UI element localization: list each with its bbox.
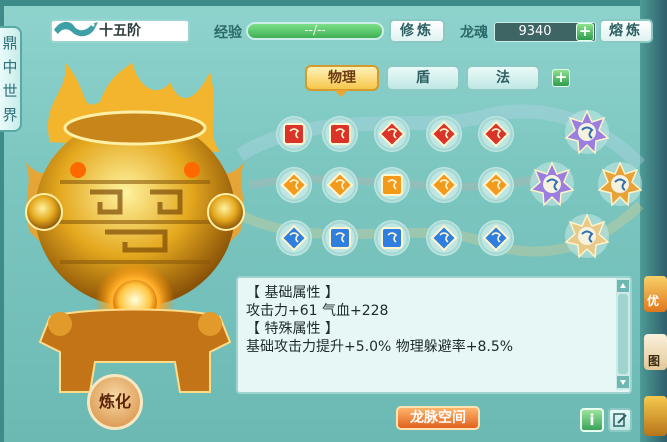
gem-slot[interactable] xyxy=(478,167,514,203)
exp-label: 经验 xyxy=(214,25,242,41)
active-tab-pointer xyxy=(334,90,348,97)
gem-slot[interactable] xyxy=(322,116,358,152)
star-gem-icon xyxy=(529,161,575,207)
cauldron-illustration[interactable] xyxy=(20,62,250,402)
edit-icon xyxy=(613,413,627,427)
info-special-stats: 基础攻击力提升+5.0% 物理躲避率+8.5% xyxy=(246,339,514,355)
gem-icon xyxy=(280,171,308,199)
gem-icon xyxy=(430,224,458,252)
star-gem-slot[interactable] xyxy=(563,212,611,260)
side-tab-char: 中 xyxy=(2,58,18,76)
tab-magic[interactable]: 法 xyxy=(466,65,540,91)
info-heading-base: 【 基础属性 】 xyxy=(246,285,339,301)
star-gem-slot[interactable] xyxy=(563,108,611,156)
info-icon: i xyxy=(589,411,595,429)
attribute-info-panel: 【 基础属性 】 攻击力+61 气血+228 【 特殊属性 】 基础攻击力提升+… xyxy=(236,276,632,394)
tab-physical[interactable]: 物理 xyxy=(305,65,379,91)
gem-icon xyxy=(482,224,510,252)
soul-label: 龙魂 xyxy=(460,25,488,41)
cultivate-button[interactable]: 修炼 xyxy=(389,19,445,43)
gem-icon xyxy=(430,120,458,148)
scroll-up-arrow-icon xyxy=(620,283,626,288)
side-tab-dingzhongshijie[interactable]: 鼎 中 世 界 xyxy=(0,26,22,132)
gem-slot[interactable] xyxy=(478,220,514,256)
edit-button[interactable] xyxy=(608,408,632,432)
dragon-space-button[interactable]: 龙脉空间 xyxy=(396,406,480,430)
add-soul-button[interactable]: + xyxy=(576,23,594,41)
gem-icon xyxy=(430,171,458,199)
gem-icon xyxy=(326,171,354,199)
star-gem-icon xyxy=(564,109,610,155)
exp-bar: --/-- xyxy=(246,22,384,40)
scroll-up-button[interactable] xyxy=(617,280,629,292)
gem-slot[interactable] xyxy=(374,220,410,256)
info-button[interactable]: i xyxy=(580,408,604,432)
gem-slot[interactable] xyxy=(426,116,462,152)
gem-icon xyxy=(329,227,351,249)
scroll-thumb[interactable] xyxy=(618,294,628,374)
gem-slot[interactable] xyxy=(276,116,312,152)
gem-icon xyxy=(329,123,351,145)
game-window: 鼎 中 世 界 十五阶 经验 --/-- 修炼 龙魂 9340 + 熔炼 物理 … xyxy=(0,0,667,442)
refine-button[interactable]: 炼化 xyxy=(87,374,143,430)
gem-icon xyxy=(283,123,305,145)
side-badge-label-top: 优 xyxy=(647,294,660,308)
gem-slot[interactable] xyxy=(276,220,312,256)
side-gift-badge[interactable] xyxy=(644,396,667,436)
star-gem-slot[interactable] xyxy=(596,160,644,208)
side-tab-char: 鼎 xyxy=(2,34,18,52)
star-gem-icon xyxy=(564,213,610,259)
star-gem-icon xyxy=(597,161,643,207)
side-tab-char: 界 xyxy=(2,106,18,124)
smelt-button[interactable]: 熔炼 xyxy=(599,19,653,43)
tab-shield[interactable]: 盾 xyxy=(386,65,460,91)
gem-slot[interactable] xyxy=(374,116,410,152)
gem-icon xyxy=(482,171,510,199)
gem-icon xyxy=(482,120,510,148)
side-badge-label-bottom: 图 xyxy=(648,354,661,368)
add-tab-button[interactable]: + xyxy=(552,69,570,87)
gem-slot[interactable] xyxy=(478,116,514,152)
gem-slot[interactable] xyxy=(426,167,462,203)
dragon-emblem-icon xyxy=(54,21,98,37)
side-tab-char: 世 xyxy=(2,82,18,100)
gem-slot[interactable] xyxy=(374,167,410,203)
info-scrollbar[interactable] xyxy=(616,278,630,390)
exp-value: --/-- xyxy=(304,23,326,37)
info-heading-special: 【 特殊属性 】 xyxy=(246,321,339,337)
side-map-badge[interactable]: 图 xyxy=(644,334,667,370)
gem-slot[interactable] xyxy=(276,167,312,203)
info-base-stats: 攻击力+61 气血+228 xyxy=(246,303,389,319)
gem-slot[interactable] xyxy=(322,167,358,203)
soul-value: 9340 xyxy=(518,24,552,39)
gem-slot[interactable] xyxy=(426,220,462,256)
scroll-down-button[interactable] xyxy=(617,376,629,388)
star-gem-slot[interactable] xyxy=(528,160,576,208)
gem-slot[interactable] xyxy=(322,220,358,256)
gem-icon xyxy=(381,227,403,249)
gem-icon xyxy=(378,120,406,148)
gem-icon xyxy=(280,224,308,252)
gem-icon xyxy=(381,174,403,196)
top-trim xyxy=(0,0,667,6)
side-activity-badge[interactable]: 优 xyxy=(644,276,667,312)
scroll-down-arrow-icon xyxy=(620,380,626,385)
